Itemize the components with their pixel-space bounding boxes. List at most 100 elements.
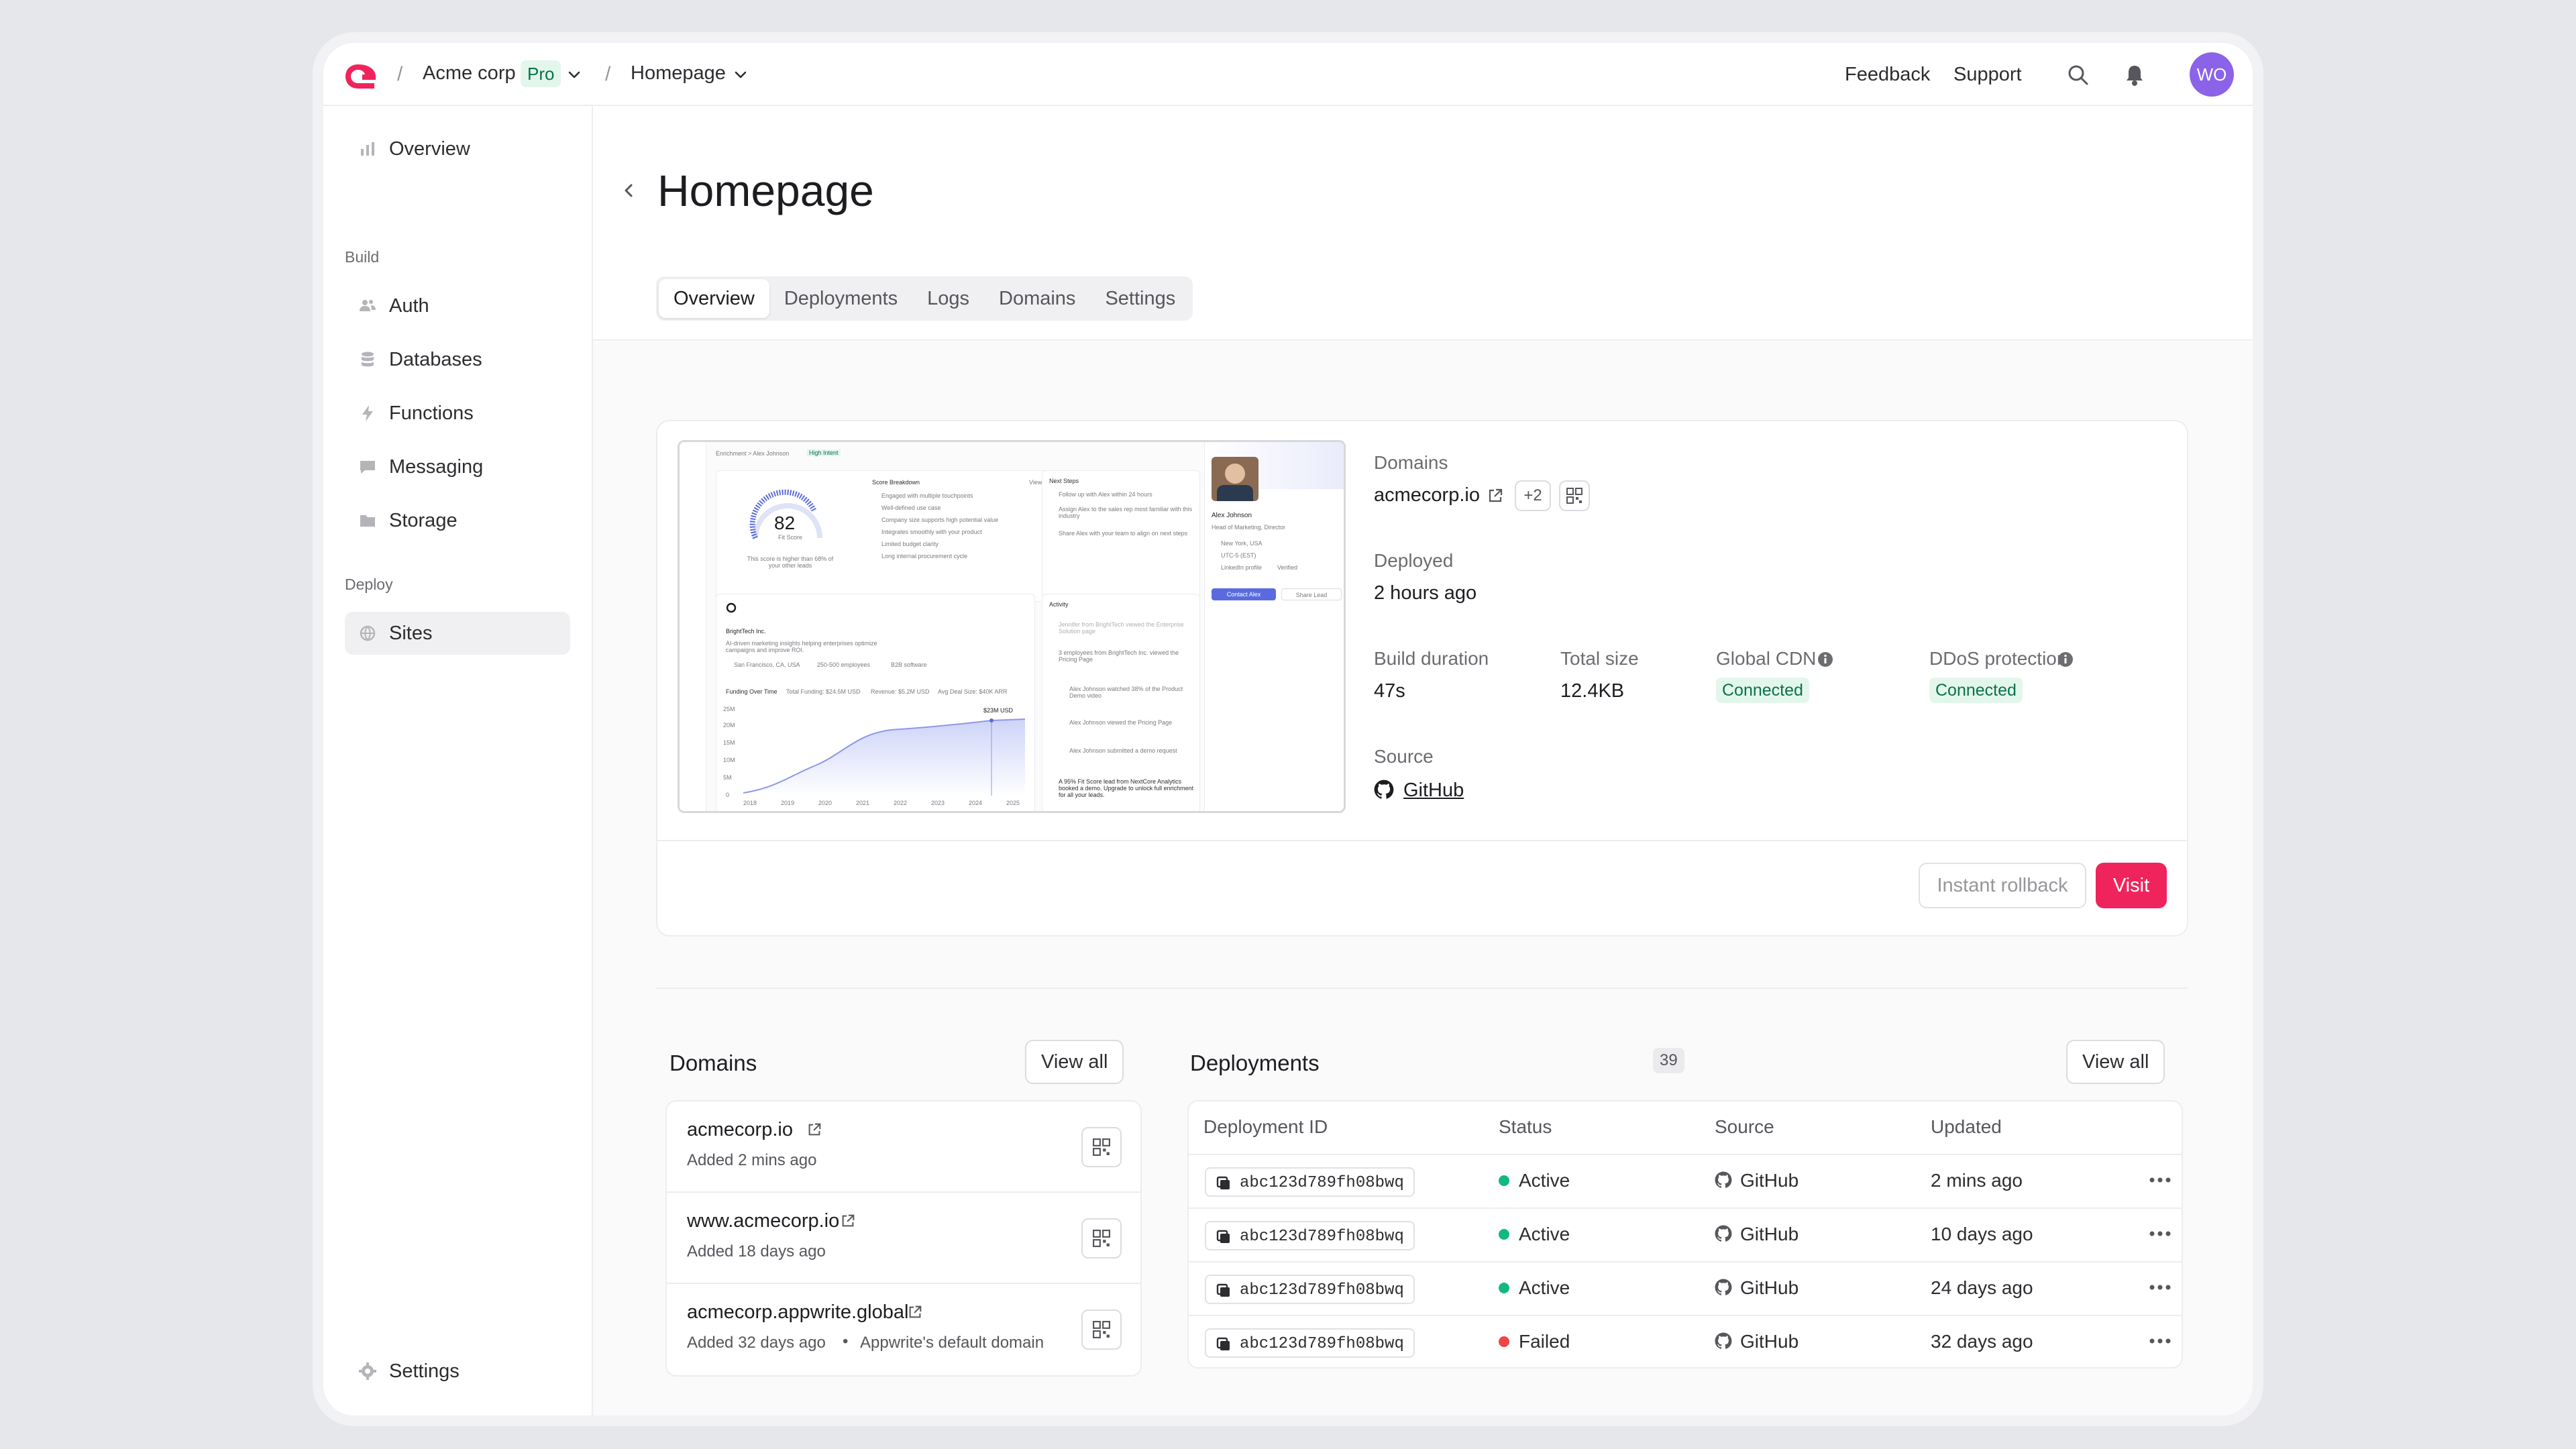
- qr-code-button[interactable]: [1081, 1218, 1122, 1258]
- external-link-icon[interactable]: [907, 1304, 923, 1320]
- domain-added-date: Added 18 days ago: [687, 1242, 826, 1260]
- sidebar-item-sites[interactable]: Sites: [345, 612, 570, 655]
- preview-company-location: San Francisco, CA, USA: [734, 661, 800, 668]
- sidebar-item-databases[interactable]: Databases: [345, 338, 570, 381]
- deployment-id-chip[interactable]: abc123d789fh08bwq: [1205, 1328, 1415, 1358]
- preview-y-tick: 5M: [723, 774, 732, 781]
- bell-icon[interactable]: [2121, 62, 2148, 89]
- source-text: GitHub: [1740, 1277, 1799, 1298]
- preview-person-verified: Verified: [1277, 564, 1298, 571]
- column-header-source: Source: [1715, 1116, 1774, 1137]
- qr-code-button[interactable]: [1559, 480, 1590, 511]
- build-duration-label: Build duration: [1374, 648, 1489, 669]
- sidebar-item-overview[interactable]: Overview: [345, 127, 570, 170]
- deployment-id-chip[interactable]: abc123d789fh08bwq: [1205, 1167, 1415, 1197]
- info-icon[interactable]: [1817, 651, 1834, 668]
- back-chevron-icon[interactable]: [620, 181, 639, 200]
- sidebar-item-storage[interactable]: Storage: [345, 499, 570, 542]
- deployments-view-all-button[interactable]: View all: [2066, 1040, 2165, 1084]
- domains-view-all-button[interactable]: View all: [1025, 1040, 1124, 1084]
- appwrite-logo-icon[interactable]: [343, 62, 378, 91]
- user-avatar[interactable]: WO: [2190, 52, 2234, 97]
- lightning-icon: [362, 405, 373, 421]
- preview-y-tick: 15M: [723, 739, 735, 746]
- sidebar-item-label: Sites: [389, 623, 433, 644]
- sidebar-item-auth[interactable]: Auth: [345, 284, 570, 327]
- more-options-icon[interactable]: [2147, 1170, 2174, 1190]
- more-domains-badge[interactable]: +2: [1515, 480, 1551, 511]
- source-cell: GitHub: [1715, 1277, 1799, 1299]
- preview-funding-total: Total Funding: $24.5M USD: [786, 688, 861, 695]
- funding-chart-icon: [743, 718, 1026, 796]
- visit-button[interactable]: Visit: [2096, 863, 2167, 908]
- qr-code-icon: [1566, 488, 1582, 504]
- domains-label: Domains: [1374, 452, 1448, 473]
- sidebar-item-label: Settings: [389, 1360, 460, 1382]
- table-row[interactable]: abc123d789fh08bwq Failed GitHub 32 days …: [1189, 1315, 2182, 1368]
- status-text: Active: [1519, 1224, 1570, 1244]
- preview-next-step: Assign Alex to the sales rep most famili…: [1059, 506, 1193, 519]
- table-row[interactable]: abc123d789fh08bwq Active GitHub 24 days …: [1189, 1261, 2182, 1315]
- external-link-icon[interactable]: [806, 1122, 822, 1138]
- domain-row[interactable]: acmecorp.appwrite.global Added 32 days a…: [667, 1284, 1140, 1375]
- preview-breakdown-item: Limited budget clarity: [881, 541, 939, 547]
- tab-settings[interactable]: Settings: [1090, 279, 1190, 318]
- domain-name[interactable]: www.acmecorp.io: [687, 1210, 839, 1232]
- qr-code-icon: [1093, 1321, 1110, 1338]
- qr-code-icon: [1093, 1138, 1110, 1156]
- deployment-id: abc123d789fh08bwq: [1240, 1335, 1404, 1353]
- global-cdn-status: Connected: [1716, 678, 1809, 703]
- sidebar-item-functions[interactable]: Functions: [345, 392, 570, 435]
- more-options-icon[interactable]: [2147, 1277, 2174, 1297]
- table-row[interactable]: abc123d789fh08bwq Active GitHub 10 days …: [1189, 1208, 2182, 1261]
- domain-name[interactable]: acmecorp.io: [687, 1119, 793, 1141]
- ddos-label: DDoS protection: [1929, 648, 2068, 669]
- column-header-status: Status: [1499, 1116, 1552, 1137]
- preview-person-location: New York, USA: [1221, 540, 1263, 547]
- copy-icon: [1216, 1230, 1230, 1243]
- updated-cell: 24 days ago: [1931, 1277, 2033, 1298]
- external-link-icon[interactable]: [840, 1213, 856, 1229]
- tab-domains[interactable]: Domains: [984, 279, 1090, 318]
- preview-score-sub: Fit Score: [778, 534, 803, 541]
- sidebar-item-settings[interactable]: Settings: [345, 1350, 570, 1393]
- deployment-id-chip[interactable]: abc123d789fh08bwq: [1205, 1221, 1415, 1250]
- status-cell: Active: [1499, 1170, 1570, 1191]
- instant-rollback-button[interactable]: Instant rollback: [1919, 863, 2086, 908]
- info-icon[interactable]: [2057, 651, 2074, 668]
- org-name[interactable]: Acme corp: [423, 62, 516, 85]
- sidebar-item-messaging[interactable]: Messaging: [345, 445, 570, 488]
- preview-activity-item: Jennifer from BrightTech viewed the Ente…: [1059, 621, 1184, 635]
- preview-share-button: Share Lead: [1281, 588, 1342, 600]
- updated-cell: 10 days ago: [1931, 1224, 2033, 1244]
- site-preview-thumbnail[interactable]: Enrichment > Alex Johnson High Intent 82…: [678, 440, 1346, 813]
- external-link-icon[interactable]: [1487, 487, 1504, 504]
- preview-avg-deal: Avg Deal Size: $40K ARR: [938, 688, 1008, 695]
- table-row[interactable]: abc123d789fh08bwq Active GitHub 2 mins a…: [1189, 1154, 2182, 1208]
- more-options-icon[interactable]: [2147, 1224, 2174, 1244]
- primary-domain[interactable]: acmecorp.io: [1374, 484, 1480, 506]
- search-icon[interactable]: [2065, 62, 2092, 89]
- chart-bar-icon: [361, 142, 374, 156]
- tab-deployments[interactable]: Deployments: [769, 279, 912, 318]
- tab-logs[interactable]: Logs: [912, 279, 984, 318]
- status-dot: [1499, 1282, 1509, 1293]
- support-link[interactable]: Support: [1953, 64, 2022, 86]
- more-options-icon[interactable]: [2147, 1331, 2174, 1351]
- preview-score-note: This score is higher than 68% of your ot…: [747, 555, 834, 569]
- preview-person-tz: UTC-5 (EST): [1221, 552, 1256, 559]
- domain-row[interactable]: www.acmecorp.io Added 18 days ago: [667, 1193, 1140, 1284]
- qr-code-button[interactable]: [1081, 1127, 1122, 1167]
- chevron-down-icon[interactable]: [733, 67, 749, 83]
- source-text: GitHub: [1740, 1224, 1799, 1244]
- chevron-down-icon[interactable]: [566, 67, 582, 83]
- folder-icon: [360, 515, 375, 527]
- domain-row[interactable]: acmecorp.io Added 2 mins ago: [667, 1102, 1140, 1193]
- tab-overview[interactable]: Overview: [659, 279, 769, 318]
- domain-name[interactable]: acmecorp.appwrite.global: [687, 1301, 908, 1324]
- qr-code-button[interactable]: [1081, 1309, 1122, 1350]
- feedback-link[interactable]: Feedback: [1845, 64, 1930, 86]
- source-github-link[interactable]: GitHub: [1403, 780, 1464, 802]
- deployment-id-chip[interactable]: abc123d789fh08bwq: [1205, 1275, 1415, 1304]
- project-name[interactable]: Homepage: [631, 62, 726, 85]
